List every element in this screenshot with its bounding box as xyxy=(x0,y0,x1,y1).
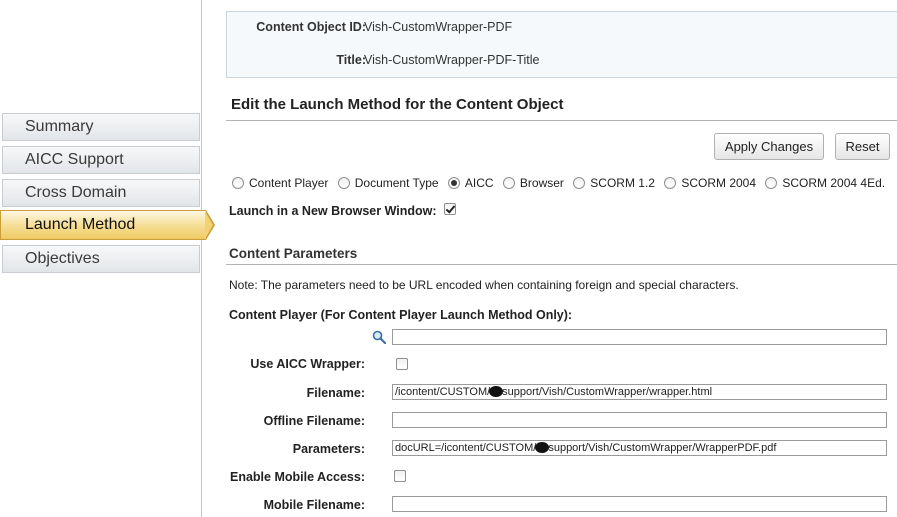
filename-prefix: /icontent/CUSTOM/ xyxy=(395,386,491,398)
new-window-label: Launch in a New Browser Window: xyxy=(229,204,437,218)
radio-label: SCORM 1.2 xyxy=(590,176,655,190)
radio-option-scorm-2004-4ed[interactable]: SCORM 2004 4Ed. xyxy=(765,176,885,190)
radio-option-scorm-2004[interactable]: SCORM 2004 xyxy=(664,176,756,190)
radio-option-aicc[interactable]: AICC xyxy=(447,176,494,190)
mobile-filename-input[interactable] xyxy=(392,496,887,512)
content-player-label: Content Player (For Content Player Launc… xyxy=(229,308,573,322)
left-navigation: Summary AICC Support Cross Domain Launch… xyxy=(0,0,215,517)
title-value: Vish-CustomWrapper-PDF-Title xyxy=(364,53,540,67)
offline-filename-input[interactable] xyxy=(392,412,887,428)
nav-item-objectives[interactable]: Objectives xyxy=(2,245,200,273)
nav-item-label: Cross Domain xyxy=(25,184,127,201)
apply-changes-button[interactable]: Apply Changes xyxy=(714,133,824,160)
nav-item-label: Objectives xyxy=(25,250,100,267)
radio-label: Document Type xyxy=(354,176,439,190)
nav-item-summary[interactable]: Summary xyxy=(2,113,200,141)
parameters-prefix: docURL=/icontent/CUSTOM/ xyxy=(395,442,537,454)
mobile-filename-label: Mobile Filename: xyxy=(263,498,365,512)
section-title: Edit the Launch Method for the Content O… xyxy=(231,96,564,113)
radio-label: Browser xyxy=(519,176,564,190)
use-aicc-wrapper-label: Use AICC Wrapper: xyxy=(250,357,365,371)
radio-label: AICC xyxy=(464,176,494,190)
nav-item-cross-domain[interactable]: Cross Domain xyxy=(2,179,200,207)
nav-item-aicc-support[interactable]: AICC Support xyxy=(2,146,200,174)
radio-button[interactable] xyxy=(232,177,244,189)
section-divider xyxy=(226,120,897,121)
new-window-checkbox[interactable] xyxy=(444,203,456,215)
use-aicc-wrapper-checkbox[interactable] xyxy=(396,358,408,370)
radio-option-browser[interactable]: Browser xyxy=(502,176,564,190)
content-id-label: Content Object ID: xyxy=(256,20,366,34)
search-icon[interactable] xyxy=(372,330,386,344)
parameters-label: Parameters: xyxy=(292,442,365,456)
title-label: Title: xyxy=(336,53,366,67)
radio-button[interactable] xyxy=(337,177,350,189)
filename-suffix: support/Vish/CustomWrapper/wrapper.html xyxy=(502,386,713,398)
active-tab-arrow xyxy=(205,210,215,240)
enable-mobile-access-label: Enable Mobile Access: xyxy=(230,470,365,484)
offline-filename-label: Offline Filename: xyxy=(263,414,365,428)
filename-label: Filename: xyxy=(306,386,365,400)
nav-item-label: Launch Method xyxy=(25,216,136,233)
parameters-divider xyxy=(226,264,897,265)
radio-option-scorm-12[interactable]: SCORM 1.2 xyxy=(573,176,655,190)
content-player-input[interactable] xyxy=(392,329,887,345)
nav-item-launch-method[interactable]: Launch Method xyxy=(0,210,215,240)
radio-option-document-type[interactable]: Document Type xyxy=(337,176,439,190)
enable-mobile-access-checkbox[interactable] xyxy=(394,470,406,482)
content-id-value: Vish-CustomWrapper-PDF xyxy=(364,20,513,34)
radio-label: Content Player xyxy=(249,176,329,190)
radio-label: SCORM 2004 4Ed. xyxy=(782,176,886,190)
parameters-input[interactable]: docURL=/icontent/CUSTOM/support/Vish/Cus… xyxy=(392,440,887,456)
parameters-suffix: support/Vish/CustomWrapper/WrapperPDF.pd… xyxy=(548,442,777,454)
filename-input[interactable]: /icontent/CUSTOM/support/Vish/CustomWrap… xyxy=(392,384,887,400)
radio-button[interactable] xyxy=(447,177,460,189)
nav-item-label: Summary xyxy=(25,118,94,135)
radio-button[interactable] xyxy=(765,177,778,189)
content-object-info: Content Object ID: Vish-CustomWrapper-PD… xyxy=(226,11,897,78)
reset-button[interactable]: Reset xyxy=(835,133,890,160)
radio-label: SCORM 2004 xyxy=(681,176,757,190)
nav-item-label: AICC Support xyxy=(25,151,124,168)
content-parameters-title: Content Parameters xyxy=(229,246,358,261)
encoding-note: Note: The parameters need to be URL enco… xyxy=(229,278,739,292)
launch-method-options: Content Player Document Type AICC Browse… xyxy=(232,176,891,192)
radio-button[interactable] xyxy=(502,177,515,189)
radio-button[interactable] xyxy=(573,177,586,189)
radio-button[interactable] xyxy=(664,177,677,189)
radio-option-content-player[interactable]: Content Player xyxy=(232,176,328,190)
